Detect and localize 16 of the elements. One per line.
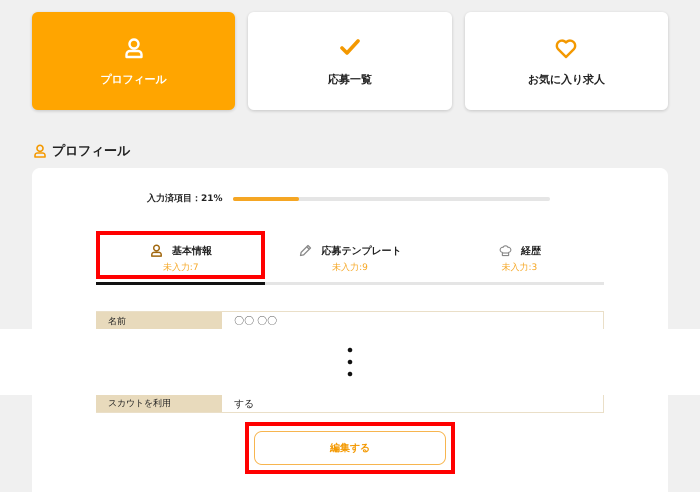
tab[interactable]: 応募テンプレート 未入力:9 [265, 235, 435, 285]
field-label: スカウトを利用 [96, 395, 222, 412]
field-label: 名前 [96, 312, 222, 329]
person-icon [149, 243, 164, 258]
pencil-icon [298, 243, 314, 258]
vertical-ellipsis-icon [346, 347, 352, 377]
field-value: する [233, 398, 255, 412]
person-icon [32, 143, 48, 159]
tab[interactable]: 経歴 未入力:3 [434, 235, 604, 285]
nav-card[interactable]: お気に入り求人 [464, 12, 668, 110]
chef-hat-icon [498, 243, 513, 258]
section-title: プロフィール [52, 142, 130, 160]
field-value: 〇〇 〇〇 [233, 315, 278, 329]
nav-card[interactable]: 応募一覧 [248, 12, 452, 110]
tab[interactable]: 基本情報 未入力:7 [96, 235, 266, 285]
progress-label: 入力済項目：21% [147, 192, 223, 205]
